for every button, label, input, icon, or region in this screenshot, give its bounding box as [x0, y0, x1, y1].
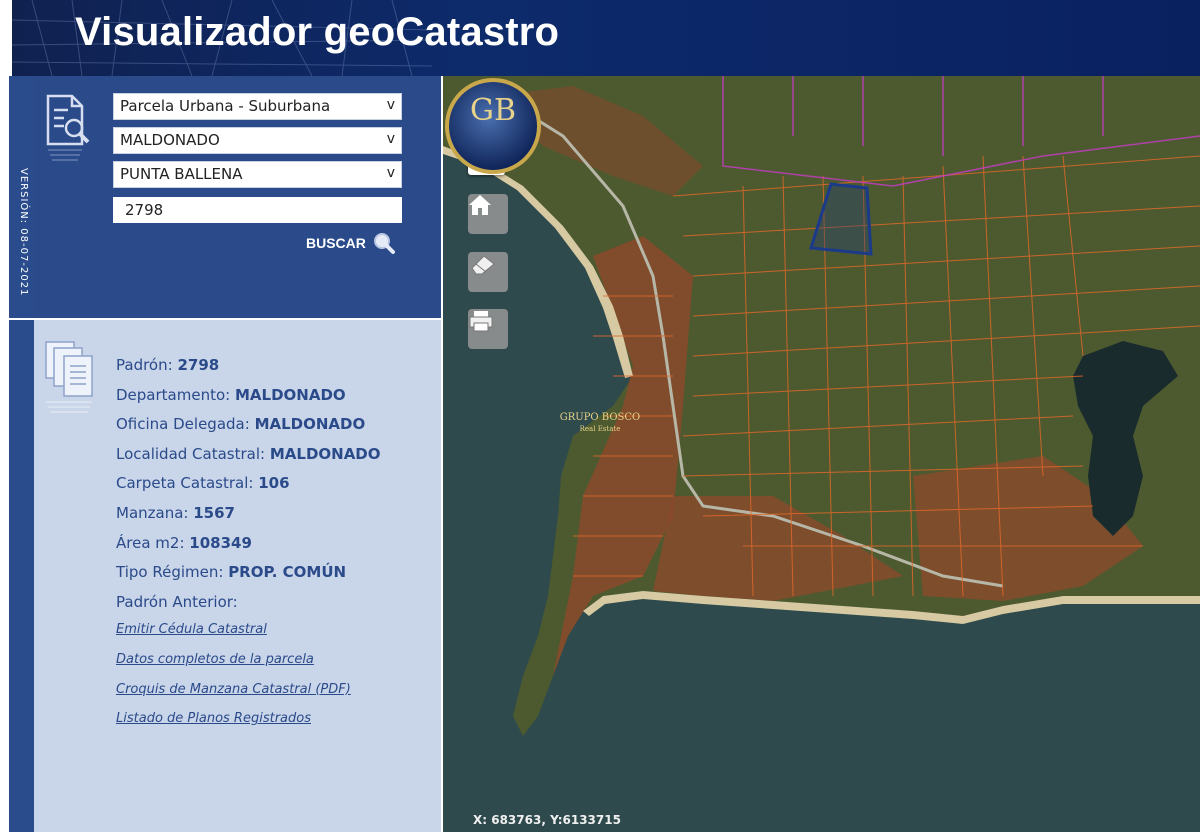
emitir-cedula-link[interactable]: Emitir Cédula Catastral	[116, 622, 381, 652]
info-localidad: Localidad Catastral: MALDONADO	[116, 444, 381, 463]
version-strip: VERSIÓN: 08-07-2021	[0, 76, 34, 832]
search-button-label: BUSCAR	[306, 235, 366, 251]
map-view[interactable]: + − GB GRUPO BOSCO Real Estat	[443, 76, 1200, 832]
logo-name: GRUPO BOSCO	[559, 412, 641, 423]
tipo-select[interactable]: Parcela Urbana - Suburbana v	[113, 93, 402, 120]
parcel-info-list: Padrón: 2798 Departamento: MALDONADO Ofi…	[116, 356, 381, 741]
version-label: VERSIÓN: 08-07-2021	[18, 168, 29, 297]
padron-input[interactable]	[113, 197, 402, 223]
tipo-select-value: Parcela Urbana - Suburbana	[120, 97, 331, 115]
magnifier-icon	[373, 233, 395, 254]
coordinates-readout: X: 683763, Y:6133715	[473, 813, 621, 827]
print-icon	[469, 311, 493, 332]
document-search-icon	[46, 94, 90, 161]
logo-initials: GB	[470, 93, 516, 128]
departamento-select[interactable]: MALDONADO v	[113, 127, 402, 154]
logo-subtitle: Real Estate	[579, 425, 621, 433]
app-header: Visualizador geoCatastro	[0, 0, 1200, 76]
search-panel: Parcela Urbana - Suburbana v MALDONADO v…	[34, 76, 441, 318]
info-departamento: Departamento: MALDONADO	[116, 385, 346, 404]
info-oficina: Oficina Delegada: MALDONADO	[116, 415, 366, 434]
home-icon	[469, 195, 491, 215]
info-manzana: Manzana: 1567	[116, 503, 235, 522]
print-button[interactable]	[468, 309, 508, 349]
search-button[interactable]: BUSCAR	[306, 231, 396, 255]
datos-completos-link[interactable]: Datos completos de la parcela	[116, 652, 381, 682]
satellite-map	[443, 76, 1200, 832]
eraser-button[interactable]	[468, 252, 508, 292]
header-left-strip	[0, 0, 12, 76]
departamento-select-value: MALDONADO	[120, 131, 220, 149]
info-panel: Padrón: 2798 Departamento: MALDONADO Ofi…	[34, 320, 441, 832]
grupo-bosco-logo: GB	[445, 78, 541, 174]
chevron-down-icon: v	[386, 97, 395, 113]
info-padron: Padrón: 2798	[116, 356, 220, 374]
info-area: Área m2: 108349	[116, 533, 252, 552]
info-padron-anterior: Padrón Anterior:	[116, 592, 238, 611]
info-regimen: Tipo Régimen: PROP. COMÚN	[116, 563, 347, 582]
info-carpeta: Carpeta Catastral: 106	[116, 474, 290, 493]
chevron-down-icon: v	[386, 165, 395, 181]
eraser-icon	[471, 255, 495, 275]
version-bar-lower	[9, 320, 34, 832]
listado-planos-link[interactable]: Listado de Planos Registrados	[116, 711, 381, 741]
localidad-select[interactable]: PUNTA BALLENA v	[113, 161, 402, 188]
localidad-select-value: PUNTA BALLENA	[120, 165, 243, 183]
app-title: Visualizador geoCatastro	[75, 10, 560, 54]
home-button[interactable]	[468, 194, 508, 234]
croquis-manzana-link[interactable]: Croquis de Manzana Catastral (PDF)	[116, 682, 381, 712]
documents-icon	[45, 341, 93, 413]
chevron-down-icon: v	[386, 131, 395, 147]
